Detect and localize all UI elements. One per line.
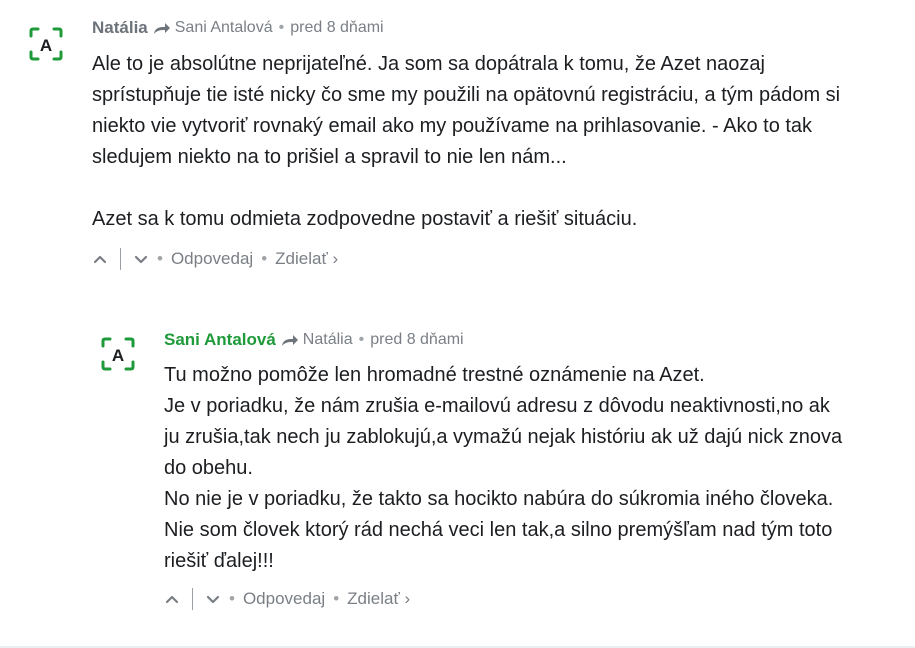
comment-line: Nie som človek ktorý rád nechá veci len …	[164, 519, 833, 572]
reply-to-name[interactable]: Sani Antalová	[175, 18, 273, 38]
azet-logo-icon: A	[101, 337, 135, 371]
comment-body: Ale to je absolútne neprijateľné. Ja som…	[92, 49, 872, 235]
reply-arrow-icon	[281, 335, 298, 346]
downvote-chevron-down-icon[interactable]	[133, 251, 149, 267]
vote-divider	[192, 588, 193, 610]
timestamp: pred 8 dňami	[290, 19, 384, 36]
comment-natalia: A Natália Sani Antalová • pred 8 dňami A…	[28, 18, 898, 271]
comment-actions: • Odpovedaj • Zdielať ›	[164, 587, 864, 611]
comment-actions: • Odpovedaj • Zdielať ›	[92, 247, 872, 271]
separator-dot: •	[261, 249, 268, 268]
downvote-chevron-down-icon[interactable]	[205, 591, 221, 607]
avatar[interactable]: A	[100, 336, 136, 372]
reply-button[interactable]: Odpovedaj	[243, 589, 325, 609]
timestamp: pred 8 dňami	[370, 331, 464, 348]
comment-line: Je v poriadku, že nám zrušia e-mailovú a…	[164, 395, 843, 479]
share-button[interactable]: Zdielať ›	[347, 589, 410, 609]
comment-meta: Sani Antalová Natália • pred 8 dňami	[164, 330, 864, 350]
author-name[interactable]: Sani Antalová	[164, 330, 276, 350]
svg-text:A: A	[40, 36, 52, 55]
azet-logo-icon: A	[29, 27, 63, 61]
author-name[interactable]: Natália	[92, 18, 148, 38]
reply-to-name[interactable]: Natália	[303, 330, 353, 350]
separator-dot: •	[333, 589, 340, 608]
reply-button[interactable]: Odpovedaj	[171, 249, 253, 269]
comment-paragraph: Azet sa k tomu odmieta zodpovedne postav…	[92, 208, 638, 230]
avatar[interactable]: A	[28, 26, 64, 62]
comment-line: No nie je v poriadku, že takto sa hocikt…	[164, 488, 834, 510]
separator-dot: •	[358, 331, 365, 348]
separator-dot: •	[278, 19, 285, 36]
comment-paragraph: Ale to je absolútne neprijateľné. Ja som…	[92, 53, 841, 168]
comment-body: Tu možno pomôže len hromadné trestné ozn…	[164, 360, 844, 577]
comment-line: Tu možno pomôže len hromadné trestné ozn…	[164, 364, 705, 386]
separator-dot: •	[157, 249, 163, 268]
svg-text:A: A	[112, 346, 124, 365]
separator-dot: •	[229, 589, 235, 608]
vote-divider	[120, 248, 121, 270]
share-button[interactable]: Zdielať ›	[275, 249, 338, 269]
comment-meta: Natália Sani Antalová • pred 8 dňami	[92, 18, 872, 38]
comment-sani-antalova: A Sani Antalová Natália • pred 8 dňami T…	[100, 330, 900, 611]
upvote-chevron-up-icon[interactable]	[164, 591, 180, 607]
upvote-chevron-up-icon[interactable]	[92, 251, 108, 267]
reply-arrow-icon	[153, 23, 170, 34]
